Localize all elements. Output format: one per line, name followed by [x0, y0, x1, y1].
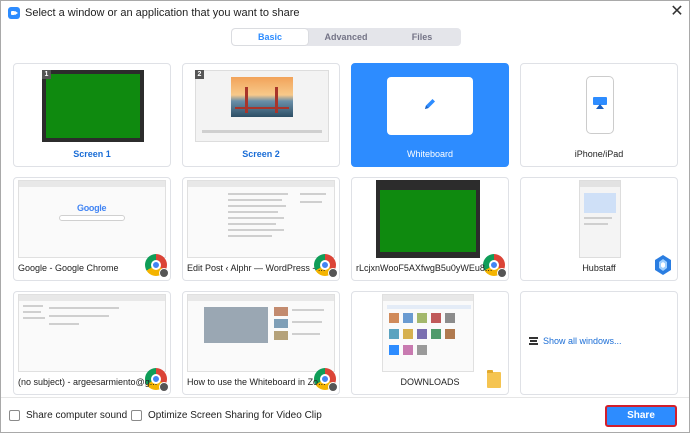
tile-label: DOWNLOADS: [400, 377, 460, 387]
tab-bar: Basic Advanced Files: [231, 28, 461, 46]
optimize-label: Optimize Screen Sharing for Video Clip: [148, 410, 322, 421]
tile-google-chrome[interactable]: Google Google - Google Chrome: [13, 177, 171, 281]
tile-downloads[interactable]: DOWNLOADS: [351, 291, 509, 395]
window-thumbnail: [187, 180, 335, 258]
tile-gmail-no-subject[interactable]: (no subject) - argeesarmiento@g...: [13, 291, 171, 395]
airplay-icon: [593, 97, 607, 109]
window-thumbnail: [18, 294, 166, 372]
tile-show-all-windows[interactable]: Show all windows...: [520, 291, 678, 395]
optimize-video-checkbox[interactable]: Optimize Screen Sharing for Video Clip: [131, 410, 322, 421]
tile-rlcjxn-window[interactable]: rLcjxnWooF5AXfwgB5u0yWEu8...: [351, 177, 509, 281]
screen-2-thumbnail: [195, 70, 329, 142]
tile-label: iPhone/iPad: [574, 149, 624, 159]
tile-label: Hubstaff: [582, 263, 616, 273]
phone-outline: [586, 76, 614, 134]
window-thumbnail: [187, 294, 335, 372]
stack-icon: [529, 337, 538, 345]
tab-files[interactable]: Files: [384, 29, 460, 45]
share-sound-label: Share computer sound: [26, 410, 128, 421]
tile-screen-2[interactable]: 2 Screen 2: [182, 63, 340, 167]
tile-label: rLcjxnWooF5AXfwgB5u0yWEu8...: [356, 263, 493, 273]
pencil-icon: [425, 99, 435, 109]
google-logo: Google: [77, 203, 107, 213]
google-logo-text: Google: [77, 203, 107, 213]
tile-label: (no subject) - argeesarmiento@g...: [18, 377, 158, 387]
tile-label: Whiteboard: [406, 149, 454, 159]
tile-label: How to use the Whiteboard in Zo...: [187, 377, 326, 387]
title-bar: Select a window or an application that y…: [1, 1, 689, 25]
tab-basic[interactable]: Basic: [232, 29, 308, 45]
footer-divider: [1, 397, 689, 398]
checkbox-box[interactable]: [131, 410, 142, 421]
dialog-title: Select a window or an application that y…: [25, 7, 300, 19]
tile-label: Screen 2: [242, 149, 280, 159]
tile-iphone-ipad[interactable]: iPhone/iPad: [520, 63, 678, 167]
share-sound-checkbox[interactable]: Share computer sound: [9, 410, 127, 421]
window-thumbnail: Google: [18, 180, 166, 258]
window-thumbnail: [382, 294, 474, 372]
window-thumbnail: [579, 180, 621, 258]
share-button[interactable]: Share: [605, 405, 677, 427]
share-screen-dialog: Select a window or an application that y…: [0, 0, 690, 433]
tile-youtube-whiteboard-video[interactable]: How to use the Whiteboard in Zo...: [182, 291, 340, 395]
show-all-windows-label: Show all windows...: [543, 336, 622, 346]
window-thumbnail: [376, 180, 480, 258]
tab-advanced[interactable]: Advanced: [308, 29, 384, 45]
screen-number-badge: 1: [42, 70, 51, 79]
tile-edit-post-wordpress[interactable]: Edit Post ‹ Alphr — WordPress - ...: [182, 177, 340, 281]
tile-whiteboard[interactable]: Whiteboard: [351, 63, 509, 167]
tile-label: Google - Google Chrome: [18, 263, 119, 273]
close-button[interactable]: ✕: [667, 3, 687, 23]
tile-screen-1[interactable]: 1 Screen 1: [13, 63, 171, 167]
screen-number-badge: 2: [195, 70, 204, 79]
checkbox-box[interactable]: [9, 410, 20, 421]
zoom-logo-icon: [8, 7, 20, 19]
whiteboard-card: [387, 77, 473, 135]
tile-hubstaff[interactable]: Hubstaff: [520, 177, 678, 281]
tile-label: Screen 1: [73, 149, 111, 159]
show-all-windows-link[interactable]: Show all windows...: [529, 336, 622, 346]
tile-label: Edit Post ‹ Alphr — WordPress - ...: [187, 263, 326, 273]
screen-1-thumbnail: [42, 70, 144, 142]
